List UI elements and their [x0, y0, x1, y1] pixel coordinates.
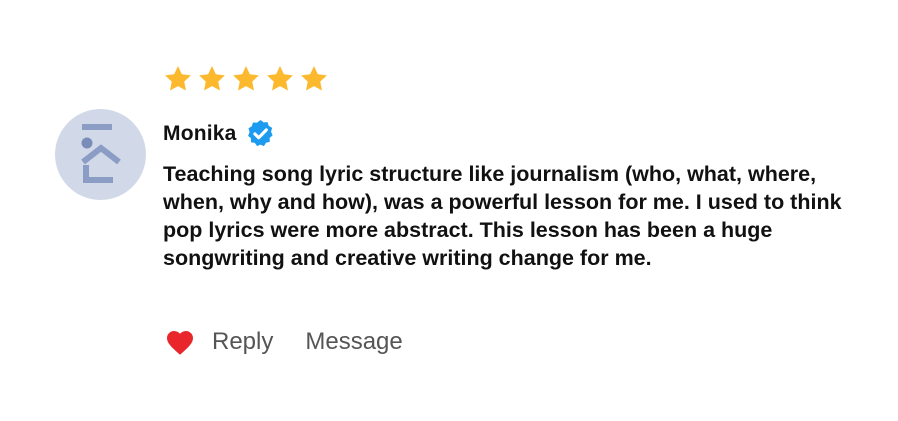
avatar[interactable] [55, 109, 146, 200]
star-icon [165, 66, 191, 91]
review-card: Monika Teaching song lyric structure lik… [0, 0, 898, 421]
review-actions: Reply Message [165, 328, 403, 356]
star-rating [163, 64, 329, 94]
verified-badge-icon [247, 119, 273, 147]
review-text: Teaching song lyric structure like journ… [163, 162, 842, 270]
message-button[interactable]: Message [305, 328, 402, 356]
author-name[interactable]: Monika [163, 122, 237, 146]
star-icon [233, 66, 259, 91]
reply-button[interactable]: Reply [212, 328, 273, 356]
star-icon [267, 66, 293, 91]
heart-icon[interactable] [165, 328, 195, 356]
author-row: Monika [163, 118, 276, 149]
star-icon [199, 66, 225, 91]
logo-placeholder-icon [81, 124, 121, 183]
star-icon [301, 66, 327, 91]
